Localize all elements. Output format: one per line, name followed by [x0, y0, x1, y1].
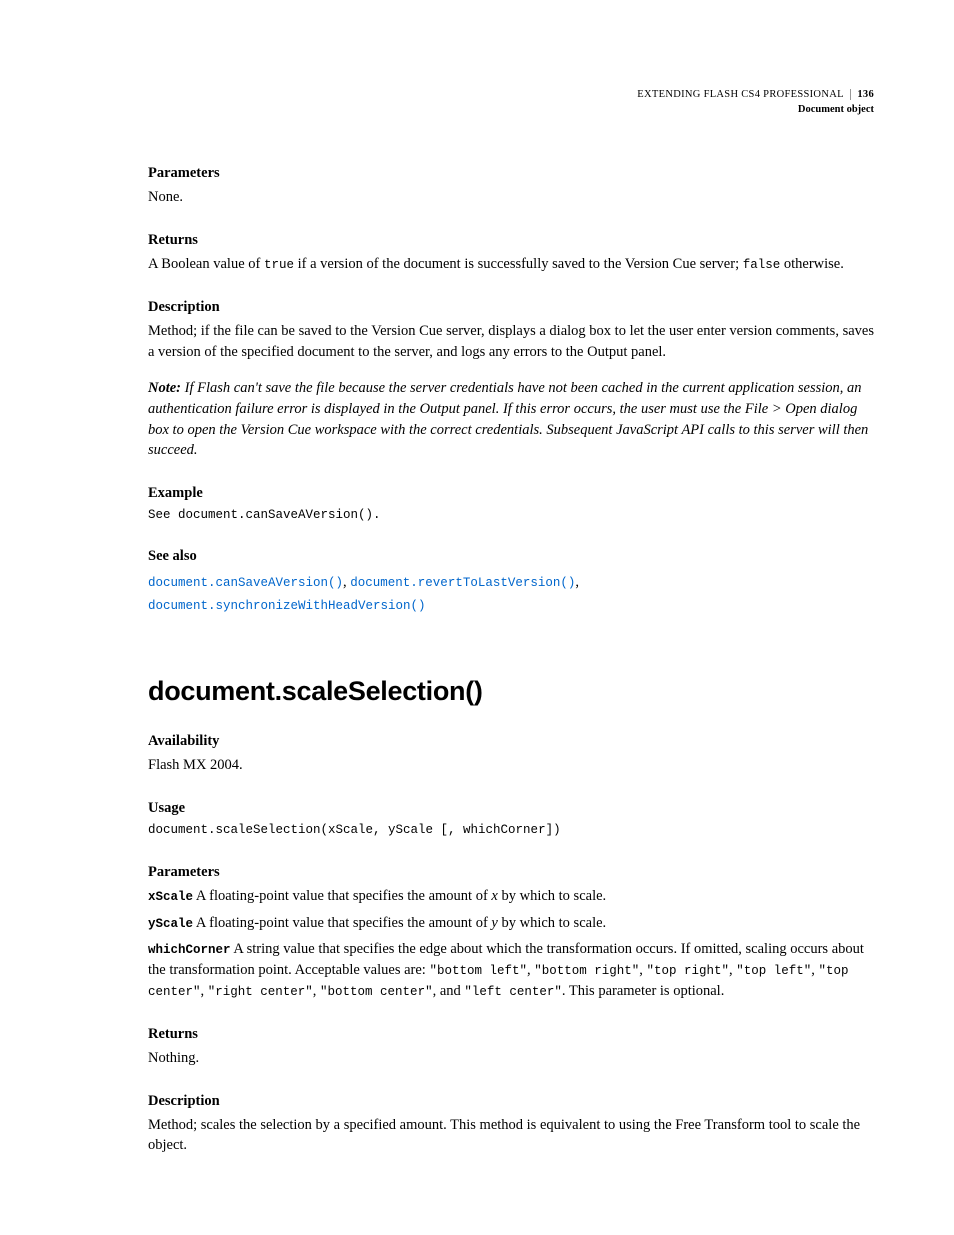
description2-body: Method; scales the selection by a specif… [148, 1115, 874, 1156]
returns2-body: Nothing. [148, 1048, 874, 1069]
example-heading: Example [148, 483, 874, 503]
param-whichcorner: whichCorner A string value that specifie… [148, 939, 874, 1001]
usage-code: document.scaleSelection(xScale, yScale [… [148, 822, 874, 840]
returns-true-code: true [264, 258, 294, 272]
param-v3: "top right" [647, 964, 730, 978]
note-body: If Flash can't save the file because the… [148, 380, 868, 458]
page-number: 136 [850, 89, 874, 100]
description-heading: Description [148, 297, 874, 317]
returns-false-code: false [743, 258, 781, 272]
page-header: EXTENDING FLASH CS4 PROFESSIONAL 136 Doc… [637, 88, 874, 116]
method-title: document.scaleSelection() [148, 673, 874, 711]
see-also-links: document.canSaveAVersion(), document.rev… [148, 571, 874, 617]
note-label: Note: [148, 380, 181, 396]
returns-body: A Boolean value of true if a version of … [148, 254, 874, 275]
param-xscale: xScale A floating-point value that speci… [148, 886, 874, 907]
description2-heading: Description [148, 1091, 874, 1111]
param-yscale: yScale A floating-point value that speci… [148, 913, 874, 934]
parameters-body: None. [148, 187, 874, 208]
example-code: See document.canSaveAVersion(). [148, 507, 874, 525]
param-v4: "top left" [736, 964, 811, 978]
see-also-link-1[interactable]: document.canSaveAVersion() [148, 576, 343, 590]
page-content: Parameters None. Returns A Boolean value… [148, 163, 874, 1156]
param-yscale-name: yScale [148, 917, 193, 931]
note-block: Note: If Flash can't save the file becau… [148, 378, 874, 460]
returns-suffix: otherwise. [780, 256, 844, 272]
param-v1: "bottom left" [429, 964, 527, 978]
returns2-heading: Returns [148, 1024, 874, 1044]
param-whichcorner-suffix: . This parameter is optional. [562, 983, 724, 999]
param-v8: "left center" [464, 985, 562, 999]
see-also-link-3[interactable]: document.synchronizeWithHeadVersion() [148, 599, 426, 613]
param-v2: "bottom right" [534, 964, 639, 978]
see-also-heading: See also [148, 546, 874, 566]
availability-body: Flash MX 2004. [148, 755, 874, 776]
see-also-sep-2: , [575, 574, 579, 590]
header-subtitle: Document object [637, 103, 874, 117]
param-xscale-name: xScale [148, 890, 193, 904]
description-body: Method; if the file can be saved to the … [148, 321, 874, 362]
see-also-link-2[interactable]: document.revertToLastVersion() [350, 576, 575, 590]
returns-mid: if a version of the document is successf… [294, 256, 743, 272]
parameters2-heading: Parameters [148, 862, 874, 882]
returns-heading: Returns [148, 230, 874, 250]
param-yscale-prefix: A floating-point value that specifies th… [193, 915, 491, 931]
returns-prefix: A Boolean value of [148, 256, 264, 272]
parameters-heading: Parameters [148, 163, 874, 183]
param-v7: "bottom center" [320, 985, 433, 999]
param-v6: "right center" [208, 985, 313, 999]
header-title: EXTENDING FLASH CS4 PROFESSIONAL [637, 89, 843, 100]
header-line1: EXTENDING FLASH CS4 PROFESSIONAL 136 [637, 88, 874, 102]
param-whichcorner-name: whichCorner [148, 943, 231, 957]
usage-heading: Usage [148, 798, 874, 818]
param-yscale-suffix: by which to scale. [498, 915, 606, 931]
availability-heading: Availability [148, 731, 874, 751]
param-xscale-suffix: by which to scale. [498, 888, 606, 904]
param-xscale-prefix: A floating-point value that specifies th… [193, 888, 491, 904]
